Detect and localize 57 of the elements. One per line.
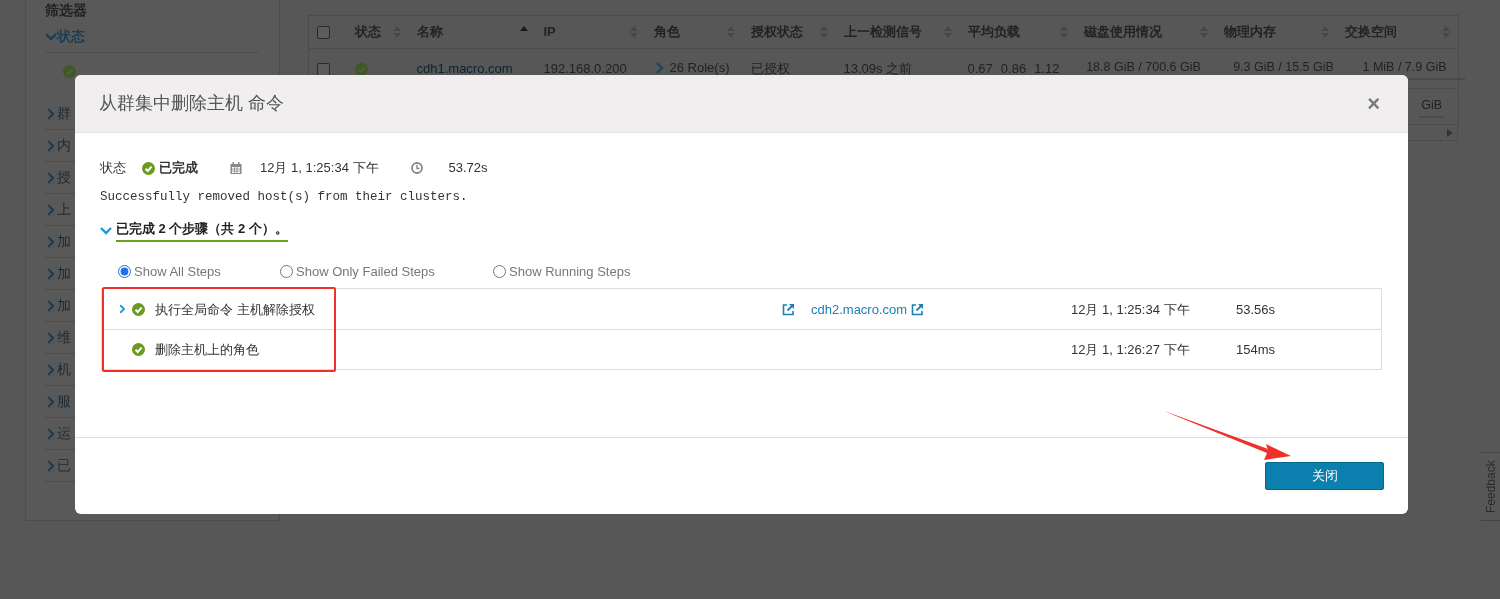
start-time: 12月 1, 1:25:34 下午 (260, 159, 379, 178)
step-name[interactable]: 执行全局命令 主机解除授权 (155, 299, 774, 319)
filter-group[interactable]: 维 (57, 327, 71, 348)
chevron-right-icon[interactable] (653, 61, 666, 74)
chevron-right-icon[interactable] (45, 235, 57, 248)
close-button[interactable]: × (1363, 92, 1384, 115)
close-button[interactable]: 关闭 (1265, 462, 1384, 490)
filter-group[interactable]: 授 (57, 167, 71, 188)
filter-group[interactable]: 加 (57, 263, 71, 284)
chevron-right-icon[interactable] (45, 267, 57, 280)
chevron-down-icon[interactable] (45, 30, 57, 43)
chevron-right-icon[interactable] (45, 299, 57, 312)
filter-group[interactable]: 机 (57, 359, 71, 380)
radio-label[interactable]: Show Only Failed Steps (296, 261, 435, 281)
chevron-right-icon[interactable] (45, 331, 57, 344)
step-start-time: 12月 1, 1:25:34 下午 (1071, 300, 1191, 319)
chevron-right-icon[interactable] (45, 139, 57, 152)
filter-group[interactable]: 已 (57, 455, 71, 476)
filter-group[interactable]: 加 (57, 231, 71, 252)
host-link[interactable]: cdh2.macro.com (811, 299, 925, 319)
filter-group[interactable]: 状态 (57, 26, 85, 47)
status-text: 已完成 (159, 159, 198, 178)
external-link-icon (911, 302, 925, 316)
chevron-right-icon[interactable] (45, 363, 57, 376)
chevron-down-icon[interactable] (100, 224, 112, 237)
duration-text: 53.72s (448, 159, 488, 178)
status-label: 状态 (100, 159, 126, 178)
radio-label[interactable]: Show Running Steps (509, 261, 631, 281)
result-message: Successfully removed host(s) from their clusters. (100, 189, 469, 206)
filter-group[interactable]: 群 (57, 103, 71, 124)
host-link[interactable]: cdh1.macro.com (416, 60, 513, 76)
radio-label[interactable]: Show All Steps (134, 261, 221, 281)
filter-group[interactable]: 加 (57, 295, 71, 316)
steps-summary[interactable]: 已完成 2 个步骤（共 2 个）。 (116, 218, 288, 243)
chevron-right-icon[interactable] (118, 303, 127, 316)
clock-icon (410, 162, 423, 174)
chevron-right-icon[interactable] (45, 171, 57, 184)
calendar-icon (230, 162, 242, 174)
filter-group[interactable]: 服 (57, 391, 71, 412)
chevron-right-icon[interactable] (45, 427, 57, 440)
radio-button[interactable] (493, 264, 506, 278)
chevron-right-icon[interactable] (45, 203, 57, 216)
dialog-title: 从群集中删除主机 命令 (99, 92, 284, 115)
filter-group[interactable]: 内 (57, 135, 71, 156)
chevron-right-icon[interactable] (45, 459, 57, 472)
chevron-right-icon[interactable] (45, 107, 57, 120)
step-duration: 53.56s (1236, 300, 1277, 319)
step-duration: 154ms (1236, 341, 1277, 359)
external-link-icon[interactable] (782, 302, 795, 316)
chevron-right-icon[interactable] (45, 395, 57, 408)
radio-button[interactable] (118, 264, 131, 278)
step-start-time: 12月 1, 1:26:27 下午 (1071, 341, 1191, 359)
radio-button[interactable] (280, 264, 293, 278)
select-all-checkbox[interactable] (317, 26, 330, 40)
scroll-right-icon[interactable] (1447, 128, 1453, 137)
step-name[interactable]: 删除主机上的角色 (155, 340, 774, 360)
row-checkbox[interactable] (317, 62, 330, 76)
